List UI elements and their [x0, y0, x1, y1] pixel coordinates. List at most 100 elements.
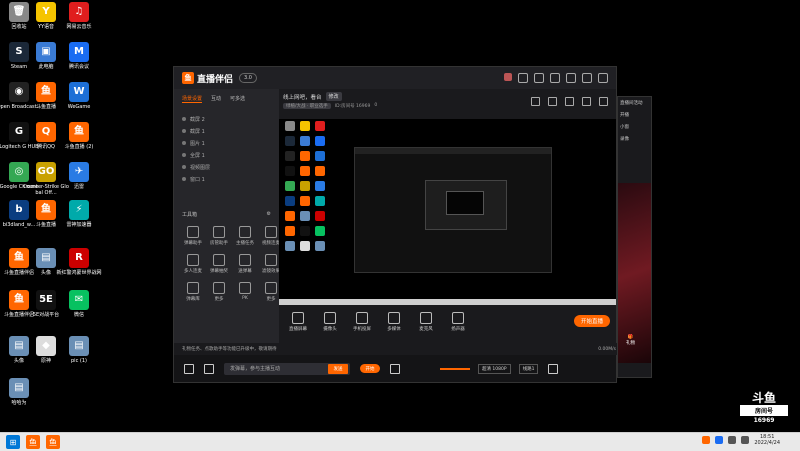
- quality-select[interactable]: 超清 1080P: [478, 363, 511, 374]
- eye-icon[interactable]: [182, 177, 186, 181]
- danmu-toggle-icon[interactable]: [390, 363, 400, 374]
- toolbox-item[interactable]: PK: [232, 282, 258, 302]
- source-tool-icon: [356, 312, 368, 324]
- share-icon[interactable]: [531, 97, 540, 106]
- version-badge[interactable]: 3.0: [239, 73, 257, 83]
- side-gift-button[interactable]: 🎁 礼物: [626, 335, 635, 346]
- popup-icon[interactable]: [582, 97, 591, 106]
- tab-multi[interactable]: 可多选: [230, 95, 245, 103]
- toolbox-item[interactable]: 弹幕库: [180, 282, 206, 302]
- tray-meeting-icon[interactable]: [715, 436, 724, 444]
- stream-meta: 绿植/大战 · 职业选手 ID:房间号 16969 0: [283, 103, 377, 109]
- screen-icon[interactable]: [565, 97, 574, 106]
- stream-title-row: 线上网吧，看台 修改: [283, 92, 342, 101]
- stream-category[interactable]: 绿植/大战 · 职业选手: [283, 103, 331, 109]
- app-icon: R: [69, 248, 89, 268]
- side-mini-button[interactable]: 小窗: [618, 121, 651, 133]
- desktop-icon-label: 新红警鸿蒙世界战网: [56, 270, 102, 276]
- layer-item[interactable]: 截屏 1: [174, 125, 279, 137]
- line-select[interactable]: 线路1: [518, 363, 539, 374]
- start-chip[interactable]: 开始: [360, 364, 380, 373]
- taskbar-app-douyu-2[interactable]: 鱼: [46, 435, 60, 449]
- source-tool[interactable]: 扬声器: [445, 312, 471, 332]
- tray-volume-icon[interactable]: [741, 436, 750, 444]
- tool-icon: [239, 254, 251, 266]
- go-live-button[interactable]: 开始直播: [574, 315, 610, 327]
- settings-icon[interactable]: [550, 73, 560, 83]
- toolbox-item[interactable]: 弹幕助手: [180, 226, 206, 246]
- side-live-button[interactable]: 开播: [618, 109, 651, 121]
- gift-icon[interactable]: [534, 73, 544, 83]
- toolbox-item[interactable]: 房管助手: [206, 226, 232, 246]
- eye-icon[interactable]: [182, 129, 186, 133]
- desktop-icon[interactable]: ✉ 微信: [56, 290, 102, 318]
- layer-item[interactable]: 截屏 2: [174, 113, 279, 125]
- tray-network-icon[interactable]: [728, 436, 737, 444]
- preview-icon: [300, 196, 310, 206]
- source-tool-icon: [452, 312, 464, 324]
- tray-douyu-icon[interactable]: [702, 436, 711, 444]
- preview-icon: [300, 166, 310, 176]
- volume-slider[interactable]: [440, 367, 470, 370]
- link-icon[interactable]: [599, 97, 608, 106]
- toolbox-item[interactable]: 主播任务: [232, 226, 258, 246]
- eye-icon[interactable]: [182, 117, 186, 121]
- side-record-button[interactable]: 录像: [618, 133, 651, 145]
- taskbar-app-douyu[interactable]: 鱼: [26, 435, 40, 449]
- eye-icon[interactable]: [182, 141, 186, 145]
- desktop-icon[interactable]: M 腾讯会议: [56, 42, 102, 70]
- desktop-icon[interactable]: W WeGame: [56, 82, 102, 110]
- desktop-icon[interactable]: ▤ pic (1): [56, 336, 102, 364]
- source-tool-icon: [388, 312, 400, 324]
- message-icon[interactable]: [518, 73, 528, 83]
- maximize-icon[interactable]: [582, 73, 592, 83]
- toolbox-item[interactable]: 更多: [206, 282, 232, 302]
- tab-scene[interactable]: 场景设置: [182, 95, 203, 103]
- tab-interact[interactable]: 互动: [211, 95, 221, 103]
- edit-title-button[interactable]: 修改: [325, 92, 342, 101]
- refresh-icon[interactable]: [204, 363, 214, 374]
- source-tool[interactable]: 麦克风: [413, 312, 439, 332]
- eye-icon[interactable]: [182, 153, 186, 157]
- toolbox-item[interactable]: 多人连麦: [180, 254, 206, 274]
- desktop-icon[interactable]: R 新红警鸿蒙世界战网: [56, 248, 102, 276]
- app-icon: ◆: [36, 336, 56, 356]
- preview-icon: [285, 181, 295, 191]
- preview-icon: [300, 211, 310, 221]
- fullscreen-icon[interactable]: [548, 363, 559, 374]
- desktop-icon[interactable]: ⚡ 雷神加速器: [56, 200, 102, 228]
- layer-item[interactable]: 窗口 1: [174, 173, 279, 185]
- preview-icon: [315, 196, 325, 206]
- taskbar-clock[interactable]: 18:51 2022/4/24: [754, 434, 780, 446]
- toolbox-settings-icon[interactable]: ⚙: [267, 211, 271, 218]
- close-icon[interactable]: [598, 73, 608, 83]
- desktop-icon[interactable]: 鱼斗鱼直播 (2): [56, 122, 102, 150]
- source-tool[interactable]: 直播屏幕: [285, 312, 311, 332]
- layer-item[interactable]: 图片 1: [174, 137, 279, 149]
- source-tool-icon: [292, 312, 304, 324]
- app-icon: M: [69, 42, 89, 62]
- pause-icon[interactable]: [184, 363, 194, 374]
- desktop-icon[interactable]: ✈ 迅雷: [56, 162, 102, 190]
- minimize-icon[interactable]: [566, 73, 576, 83]
- stream-preview[interactable]: [279, 119, 616, 299]
- desktop-icon[interactable]: ▤ 哈哈为: [0, 378, 42, 406]
- toolbox-item[interactable]: 弹幕抽奖: [206, 254, 232, 274]
- danmu-send-button[interactable]: 发送: [328, 363, 348, 374]
- source-tool[interactable]: 摄像头: [317, 312, 343, 332]
- eye-icon[interactable]: [182, 165, 186, 169]
- avatar[interactable]: [504, 73, 512, 81]
- layer-item[interactable]: 视频图层: [174, 161, 279, 173]
- danmu-input[interactable]: 发弹幕，参与主播互动 发送: [224, 362, 350, 375]
- start-button-icon[interactable]: ⊞: [6, 435, 20, 449]
- nested-preview-inner2: [446, 191, 484, 215]
- toolbox-item[interactable]: 送弹幕: [232, 254, 258, 274]
- source-tool[interactable]: 手机投屏: [349, 312, 375, 332]
- side-window: 直播间活动 开播 小窗 录像 🎁 礼物: [617, 96, 652, 378]
- desktop-icon[interactable]: ♫ 网易云音乐: [56, 2, 102, 30]
- preview-icon: [285, 196, 295, 206]
- nested-preview-inner: [425, 180, 507, 230]
- layer-item[interactable]: 全屏 1: [174, 149, 279, 161]
- data-icon[interactable]: [548, 97, 557, 106]
- source-tool[interactable]: 多媒体: [381, 312, 407, 332]
